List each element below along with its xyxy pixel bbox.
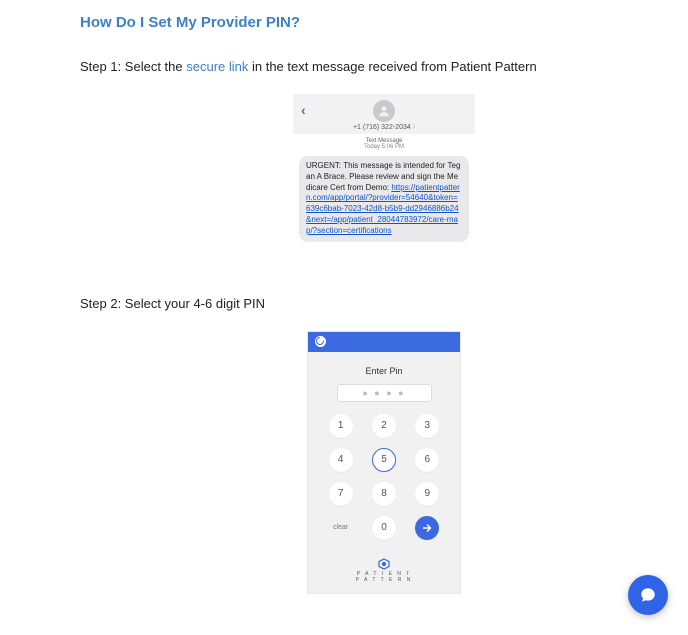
sms-mock: ‹ +1 (716) 322-2034 Text Message Today 5…	[293, 94, 475, 252]
step-1-suffix: in the text message received from Patien…	[248, 59, 536, 74]
key-9[interactable]: 9	[415, 482, 439, 506]
key-1[interactable]: 1	[329, 414, 353, 438]
page-title: How Do I Set My Provider PIN?	[80, 14, 688, 31]
back-chevron-icon[interactable]: ‹	[301, 102, 306, 118]
key-clear[interactable]: clear	[333, 516, 348, 540]
message-time: Today 5:06 PM	[293, 144, 475, 150]
key-6[interactable]: 6	[415, 448, 439, 472]
avatar	[373, 100, 395, 122]
step-1-text: Step 1: Select the secure link in the te…	[80, 59, 688, 74]
pin-input[interactable]: ● ● ● ●	[337, 384, 432, 402]
key-4[interactable]: 4	[329, 448, 353, 472]
pin-header	[308, 332, 460, 352]
key-5[interactable]: 5	[372, 448, 396, 472]
step-2-text: Step 2: Select your 4-6 digit PIN	[80, 296, 688, 311]
enter-pin-label: Enter Pin	[308, 352, 460, 384]
logo-icon	[378, 558, 390, 570]
logo-text: P A T I E N T P A T T E R N	[308, 571, 460, 583]
keypad: 1 2 3 4 5 6 7 8 9 clear 0	[308, 414, 460, 552]
phone-number: +1 (716) 322-2034	[293, 124, 475, 131]
secure-link[interactable]: secure link	[186, 59, 248, 74]
key-3[interactable]: 3	[415, 414, 439, 438]
key-2[interactable]: 2	[372, 414, 396, 438]
chat-icon	[639, 586, 657, 604]
pin-mock: Enter Pin ● ● ● ● 1 2 3 4 5 6 7 8 9 clea…	[307, 331, 461, 594]
app-icon	[315, 336, 326, 347]
logo: P A T I E N T P A T T E R N	[308, 552, 460, 593]
key-8[interactable]: 8	[372, 482, 396, 506]
key-0[interactable]: 0	[372, 516, 396, 540]
sms-bubble: URGENT: This message is intended for Teg…	[299, 156, 469, 242]
arrow-right-icon	[421, 522, 433, 534]
step-1-prefix: Step 1: Select the	[80, 59, 186, 74]
submit-button[interactable]	[415, 516, 439, 540]
person-icon	[377, 104, 391, 118]
key-7[interactable]: 7	[329, 482, 353, 506]
chat-button[interactable]	[628, 575, 668, 615]
